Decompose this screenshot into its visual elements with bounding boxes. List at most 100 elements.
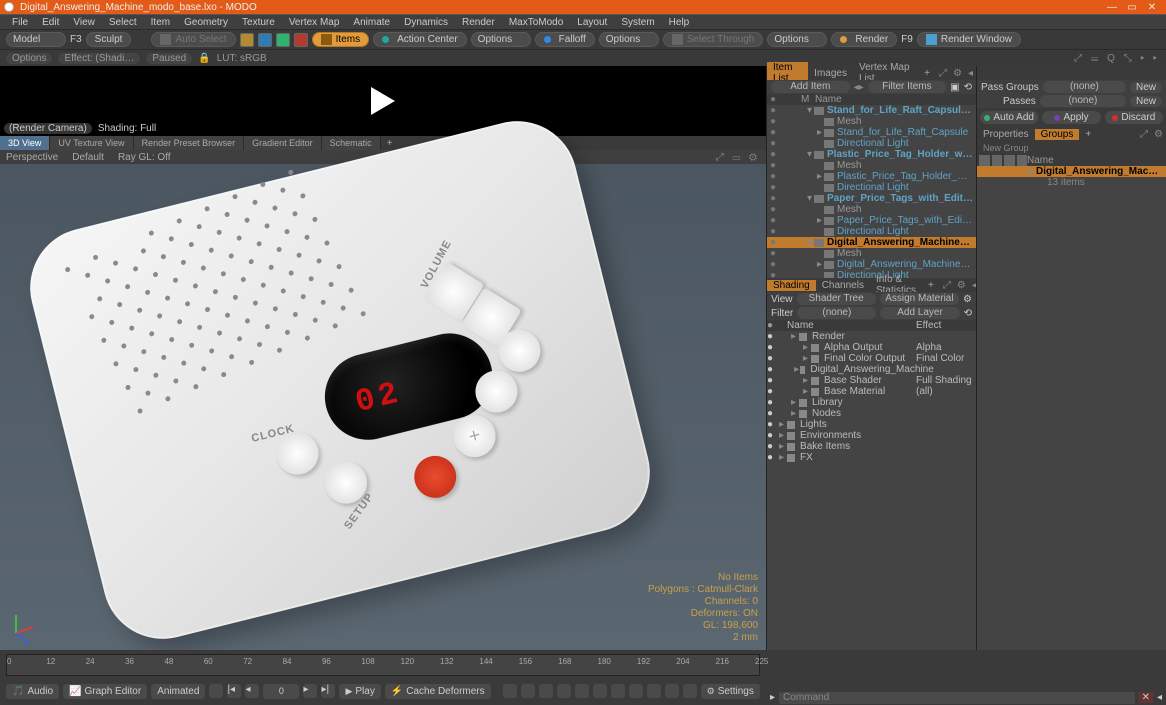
passgroups-new[interactable]: New bbox=[1130, 82, 1162, 93]
groups-tree[interactable]: Name ▸ Digital_Answering_Machine … 13 it… bbox=[977, 155, 1166, 650]
default-dropdown[interactable]: Default bbox=[72, 152, 104, 163]
tc-icon-e[interactable] bbox=[575, 684, 589, 698]
timeline[interactable]: 0122436486072849610812013214415616818019… bbox=[0, 650, 766, 705]
groups-tab[interactable]: Groups bbox=[1035, 129, 1080, 140]
menu-geometry[interactable]: Geometry bbox=[178, 17, 234, 28]
view-icons[interactable]: ⤢ ☰ Q ⤡ ▸ ▸ bbox=[1074, 53, 1160, 64]
shader-row-5[interactable]: ●▸Base Material(all) bbox=[767, 386, 976, 397]
lock-icon[interactable]: 🔒 bbox=[198, 53, 210, 64]
new-group-button[interactable]: New Group bbox=[977, 141, 1166, 155]
raygl-dropdown[interactable]: Ray GL: Off bbox=[118, 152, 171, 163]
frame-field[interactable]: 0 bbox=[263, 684, 299, 699]
menu-select[interactable]: Select bbox=[103, 17, 143, 28]
props-gear-icon[interactable]: ⚙ bbox=[1151, 129, 1166, 140]
shader-row-2[interactable]: ●▸Final Color OutputFinal Color bbox=[767, 353, 976, 364]
menu-view[interactable]: View bbox=[67, 17, 101, 28]
tc-icon-b[interactable] bbox=[521, 684, 535, 698]
shadepanel-btn-1[interactable]: ⚙ bbox=[954, 280, 969, 291]
groups-icon-4[interactable] bbox=[1017, 155, 1028, 166]
menu-maxtomodo[interactable]: MaxToModo bbox=[503, 17, 569, 28]
play-icon[interactable] bbox=[371, 87, 395, 115]
passgroups-dropdown[interactable]: (none) bbox=[1043, 81, 1126, 93]
tc-icon-h[interactable] bbox=[629, 684, 643, 698]
cmd-close-icon[interactable]: ✕ bbox=[1139, 692, 1153, 703]
itempanel-btn-0[interactable]: ⤢ bbox=[936, 68, 950, 79]
falloff-button[interactable]: Falloff bbox=[535, 32, 595, 47]
group-selected-row[interactable]: ▸ Digital_Answering_Machine … bbox=[977, 166, 1166, 177]
filter-icon[interactable]: ▣ bbox=[950, 82, 959, 93]
assign-gear-icon[interactable]: ⚙ bbox=[963, 294, 972, 305]
sel-icon-3[interactable] bbox=[276, 33, 290, 47]
shading-label[interactable]: Shading: Full bbox=[98, 123, 156, 134]
shader-row-1[interactable]: ●▸Alpha OutputAlpha bbox=[767, 342, 976, 353]
sel-icon-1[interactable] bbox=[240, 33, 254, 47]
auto-add-button[interactable]: Auto Add bbox=[980, 111, 1038, 124]
itempanel-btn-2[interactable]: ◂ bbox=[965, 68, 976, 79]
menu-item[interactable]: Item bbox=[145, 17, 176, 28]
item-row-14[interactable]: ●▸Digital_Answering_Machine (2) bbox=[767, 259, 976, 270]
cmd-icon[interactable]: ▸ bbox=[770, 692, 775, 703]
groups-icon-3[interactable] bbox=[1004, 155, 1015, 166]
sel-icon-4[interactable] bbox=[294, 33, 308, 47]
sel-icon-2[interactable] bbox=[258, 33, 272, 47]
viewtab-add[interactable]: + bbox=[381, 138, 399, 149]
filter-dropdown[interactable]: (none) bbox=[797, 307, 876, 319]
item-row-6[interactable]: ●▸Plastic_Price_Tag_Holder_with_Pin bbox=[767, 171, 976, 182]
add-tab[interactable]: + bbox=[1079, 129, 1097, 140]
item-row-9[interactable]: ●Mesh bbox=[767, 204, 976, 215]
viewtab-3[interactable]: Gradient Editor bbox=[244, 136, 322, 150]
cmd-arrow-icon[interactable]: ◂ bbox=[1157, 692, 1162, 703]
add-layer-button[interactable]: Add Layer bbox=[880, 307, 959, 319]
shadepanel-btn-0[interactable]: ⤢ bbox=[940, 280, 954, 291]
options-1[interactable]: Options bbox=[471, 32, 531, 47]
shadetab-add[interactable]: + bbox=[922, 280, 940, 291]
menu-system[interactable]: System bbox=[615, 17, 660, 28]
menu-file[interactable]: File bbox=[6, 17, 34, 28]
close-button[interactable]: ✕ bbox=[1142, 2, 1162, 13]
viewtab-0[interactable]: 3D View bbox=[0, 136, 50, 150]
discard-button[interactable]: Discard bbox=[1105, 111, 1163, 124]
properties-tab[interactable]: Properties bbox=[977, 129, 1035, 140]
graph-editor-button[interactable]: 📈Graph Editor bbox=[63, 684, 147, 699]
item-row-4[interactable]: ●▾Plastic_Price_Tag_Holder_with_Pin_modo… bbox=[767, 149, 976, 160]
maximize-button[interactable]: ▭ bbox=[1122, 2, 1142, 13]
tc-icon-c[interactable] bbox=[539, 684, 553, 698]
viewport-icons[interactable]: ⤢ ▭ ⚙ bbox=[716, 152, 760, 163]
key-first-icon[interactable]: |◂ bbox=[227, 684, 241, 698]
key-next-icon[interactable]: ▸ bbox=[303, 684, 317, 698]
assign-material-button[interactable]: Assign Material bbox=[880, 293, 959, 305]
effect-dropdown[interactable]: Effect: (Shadi… bbox=[58, 53, 140, 64]
shader-row-0[interactable]: ●▸Render bbox=[767, 331, 976, 342]
item-row-8[interactable]: ●▾Paper_Price_Tags_with_Editable_Text_mo… bbox=[767, 193, 976, 204]
shader-row-11[interactable]: ●▸FX bbox=[767, 452, 976, 463]
item-row-0[interactable]: ●▾Stand_for_Life_Raft_Capsule_modo_bas … bbox=[767, 105, 976, 116]
shader-tree[interactable]: ● Name Effect ●▸Render●▸Alpha OutputAlph… bbox=[767, 320, 976, 650]
item-row-10[interactable]: ●▸Paper_Price_Tags_with_Editable_Text bbox=[767, 215, 976, 226]
viewtab-1[interactable]: UV Texture View bbox=[50, 136, 133, 150]
tc-icon-g[interactable] bbox=[611, 684, 625, 698]
model-dropdown[interactable]: Model bbox=[6, 32, 66, 47]
apply-button[interactable]: Apply bbox=[1042, 111, 1100, 124]
menu-render[interactable]: Render bbox=[456, 17, 501, 28]
shader-row-6[interactable]: ●▸Library bbox=[767, 397, 976, 408]
item-tree[interactable]: ● M Name ●▾Stand_for_Life_Raft_Capsule_m… bbox=[767, 94, 976, 278]
addlayer-reset-icon[interactable]: ⟲ bbox=[964, 308, 972, 319]
menu-animate[interactable]: Animate bbox=[347, 17, 396, 28]
menu-vertex-map[interactable]: Vertex Map bbox=[283, 17, 346, 28]
tc-icon-d[interactable] bbox=[557, 684, 571, 698]
groups-icon-1[interactable] bbox=[979, 155, 990, 166]
tc-icon-f[interactable] bbox=[593, 684, 607, 698]
timeline-ruler[interactable]: 0122436486072849610812013214415616818019… bbox=[6, 654, 760, 676]
shader-row-3[interactable]: ●▸Digital_Answering_Machine bbox=[767, 364, 976, 375]
itemtab-add[interactable]: + bbox=[918, 68, 936, 79]
autoselect-button[interactable]: Auto Select bbox=[151, 32, 235, 47]
tc-icon-j[interactable] bbox=[665, 684, 679, 698]
filter-items-button[interactable]: Filter Items bbox=[868, 81, 947, 93]
shader-row-8[interactable]: ●▸Lights bbox=[767, 419, 976, 430]
shader-row-10[interactable]: ●▸Bake Items bbox=[767, 441, 976, 452]
perspective-dropdown[interactable]: Perspective bbox=[6, 152, 58, 163]
item-row-5[interactable]: ●Mesh bbox=[767, 160, 976, 171]
tc-icon-i[interactable] bbox=[647, 684, 661, 698]
tc-icon-a[interactable] bbox=[503, 684, 517, 698]
shader-row-4[interactable]: ●▸Base ShaderFull Shading bbox=[767, 375, 976, 386]
